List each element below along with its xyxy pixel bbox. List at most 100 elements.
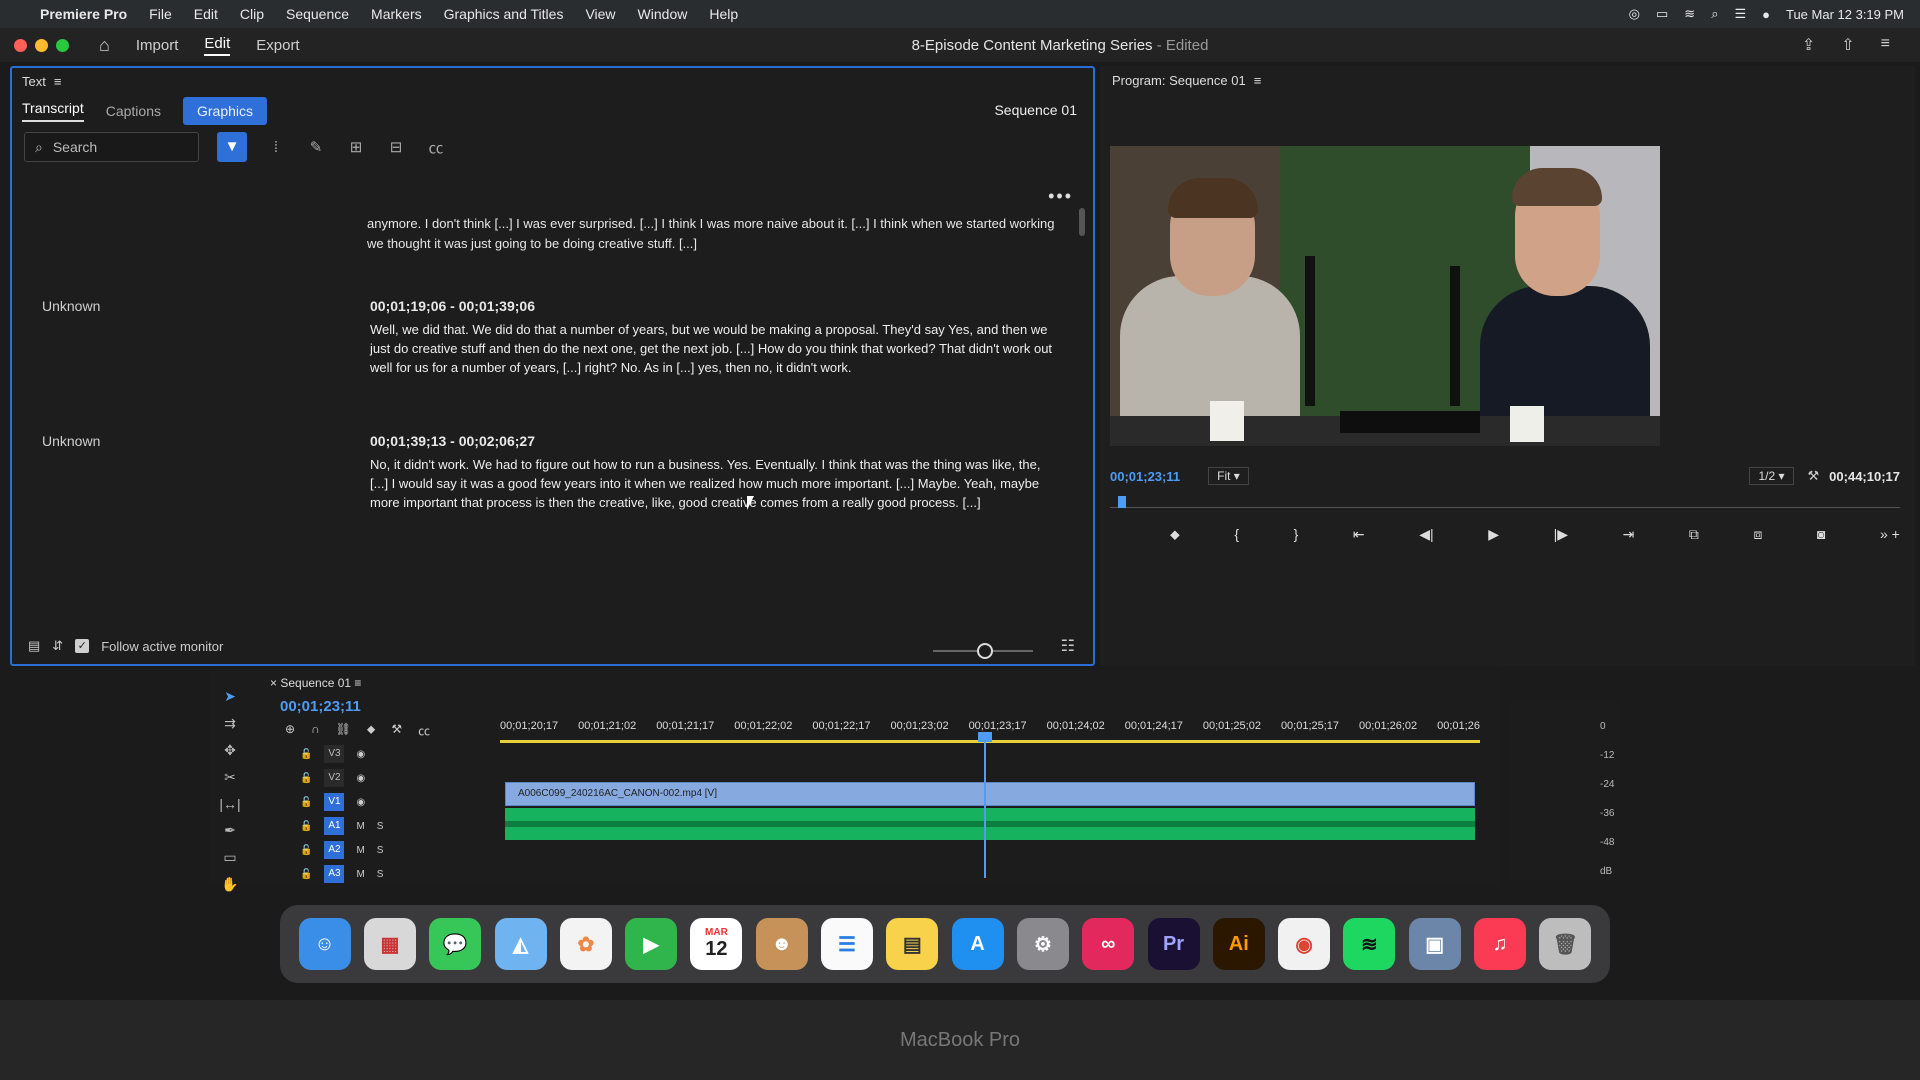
resolution-dropdown[interactable]: 1/2 ▾ xyxy=(1749,467,1794,485)
tab-captions[interactable]: Captions xyxy=(106,103,161,119)
notes-icon[interactable]: ▤ xyxy=(886,918,939,970)
align-icon[interactable]: ⇵ xyxy=(52,638,63,654)
zoom-button[interactable] xyxy=(56,38,69,52)
calendar-icon[interactable]: MAR 12 xyxy=(690,918,743,970)
menu-clip[interactable]: Clip xyxy=(240,6,264,22)
speaker-label[interactable]: Unknown xyxy=(42,433,100,449)
add-marker-icon[interactable]: ⬥ xyxy=(367,722,375,739)
menu-help[interactable]: Help xyxy=(709,6,738,22)
track-v2[interactable]: 🔓 V2 ◉ xyxy=(270,766,470,790)
eye-icon[interactable]: ◉ xyxy=(356,797,365,808)
menu-edit[interactable]: Edit xyxy=(194,6,218,22)
finder-icon[interactable]: ☺ xyxy=(298,918,351,970)
mute-icon[interactable]: M xyxy=(356,869,364,880)
entry-text[interactable]: Well, we did that. We did do that a numb… xyxy=(370,320,1060,377)
battery-icon[interactable]: ▭ xyxy=(1656,6,1668,22)
pen-tool-icon[interactable]: ✒ xyxy=(224,822,236,839)
trash-icon[interactable]: 🗑 xyxy=(1539,918,1592,970)
lock-icon[interactable]: 🔓 xyxy=(300,773,312,784)
system-settings-icon[interactable]: ⚙ xyxy=(1016,918,1069,970)
overwrite-icon[interactable]: ⊟ xyxy=(385,138,407,156)
track-label[interactable]: A3 xyxy=(324,865,345,883)
step-back-icon[interactable]: ◀| xyxy=(1419,526,1433,543)
app-name[interactable]: Premiere Pro xyxy=(40,6,127,22)
photos-icon[interactable]: ✿ xyxy=(559,918,612,970)
settings-wrench-icon[interactable]: ⚒ xyxy=(391,722,402,739)
menu-markers[interactable]: Markers xyxy=(371,6,422,22)
transcript-fragment[interactable]: anymore. I don't think [...] I was ever … xyxy=(367,214,1067,254)
close-button[interactable] xyxy=(14,38,27,52)
slider-knob[interactable] xyxy=(977,643,993,659)
play-icon[interactable]: ▶ xyxy=(1488,526,1499,543)
tab-edit[interactable]: Edit xyxy=(204,35,231,56)
control-center-icon[interactable]: ☰ xyxy=(1734,6,1746,22)
video-frame[interactable] xyxy=(1110,146,1660,446)
fit-dropdown[interactable]: Fit ▾ xyxy=(1208,467,1249,485)
mark-in-icon[interactable]: { xyxy=(1234,526,1239,543)
transcript-scrollbar[interactable] xyxy=(1079,208,1085,236)
quick-export-icon[interactable]: ⇪ xyxy=(1802,35,1815,55)
step-forward-icon[interactable]: |▶ xyxy=(1554,526,1568,543)
text-size-slider[interactable] xyxy=(933,643,1033,659)
eye-icon[interactable]: ◉ xyxy=(356,773,365,784)
filter-icon[interactable]: ▼ xyxy=(217,132,247,162)
speaker-label[interactable]: Unknown xyxy=(42,298,100,314)
monitor-ruler[interactable] xyxy=(1110,496,1900,508)
captions-cc-icon[interactable]: ㏄ xyxy=(425,137,447,158)
menu-graphics[interactable]: Graphics and Titles xyxy=(444,6,564,22)
spotify-icon[interactable]: ≋ xyxy=(1343,918,1396,970)
go-to-out-icon[interactable]: ⇥ xyxy=(1623,526,1635,543)
siri-icon[interactable]: ● xyxy=(1762,7,1770,22)
cc-icon[interactable]: ◎ xyxy=(1629,6,1640,22)
app-store-icon[interactable]: A xyxy=(951,918,1004,970)
video-clip[interactable]: A006C099_240216AC_CANON-002.mp4 [V] xyxy=(505,782,1475,806)
track-label[interactable]: V1 xyxy=(324,793,345,811)
linked-icon[interactable]: ⛓ xyxy=(336,722,351,739)
menu-file[interactable]: File xyxy=(149,6,172,22)
settings-icon[interactable]: ☷ xyxy=(1061,636,1075,656)
follow-checkbox[interactable]: ✓ xyxy=(75,639,90,653)
split-icon[interactable]: ⁞ xyxy=(265,139,287,156)
share-icon[interactable]: ⇧ xyxy=(1841,35,1854,55)
export-transcript-icon[interactable]: ▤ xyxy=(28,638,40,654)
reminders-icon[interactable]: ☰ xyxy=(821,918,874,970)
selection-tool-icon[interactable]: ➤ xyxy=(224,688,236,705)
track-select-icon[interactable]: ⇉ xyxy=(224,715,236,732)
playhead-timecode[interactable]: 00;01;23;11 xyxy=(1110,469,1180,484)
mark-out-icon[interactable]: } xyxy=(1294,526,1299,543)
track-label[interactable]: V2 xyxy=(324,769,345,787)
entry-timecode[interactable]: 00;01;19;06 - 00;01;39;06 xyxy=(370,298,535,314)
chrome-icon[interactable]: ◉ xyxy=(1278,918,1331,970)
entry-timecode[interactable]: 00;01;39;13 - 00;02;06;27 xyxy=(370,433,535,449)
monitor-menu-icon[interactable]: ≡ xyxy=(1254,73,1262,88)
timeline-ruler[interactable]: 00;01;20;17 00;01;21;02 00;01;21;17 00;0… xyxy=(500,720,1480,732)
tab-import[interactable]: Import xyxy=(136,37,179,54)
home-icon[interactable]: ⌂ xyxy=(99,35,110,56)
lock-icon[interactable]: 🔓 xyxy=(300,845,312,856)
solo-icon[interactable]: S xyxy=(377,845,384,856)
track-a2[interactable]: 🔓 A2 M S xyxy=(270,838,470,862)
solo-icon[interactable]: S xyxy=(377,869,384,880)
menu-sequence[interactable]: Sequence xyxy=(286,6,349,22)
search-input[interactable]: ⌕ Search xyxy=(24,132,199,162)
slip-tool-icon[interactable]: |↔| xyxy=(219,796,240,812)
minimize-button[interactable] xyxy=(35,38,48,52)
contacts-icon[interactable]: ☻ xyxy=(755,918,808,970)
more-options-icon[interactable]: ••• xyxy=(1048,186,1073,207)
launchpad-icon[interactable]: ▦ xyxy=(363,918,416,970)
solo-icon[interactable]: S xyxy=(377,821,384,832)
audio-clip[interactable] xyxy=(505,808,1475,840)
mute-icon[interactable]: M xyxy=(356,821,364,832)
marker-icon[interactable]: ⬥ xyxy=(1170,526,1180,543)
nest-icon[interactable]: ⊕ xyxy=(285,722,295,739)
lock-icon[interactable]: 🔓 xyxy=(300,797,312,808)
ripple-edit-icon[interactable]: ✥ xyxy=(224,742,236,759)
preview-icon[interactable]: ▣ xyxy=(1408,918,1461,970)
search-icon[interactable]: ⌕ xyxy=(1711,6,1718,22)
tab-transcript[interactable]: Transcript xyxy=(22,100,84,122)
messages-icon[interactable]: 💬 xyxy=(429,918,482,970)
sequence-tab[interactable]: × Sequence 01 ≡ xyxy=(270,676,361,690)
track-label[interactable]: A2 xyxy=(324,841,345,859)
captions-icon[interactable]: ㏄ xyxy=(418,722,430,739)
monitor-playhead[interactable] xyxy=(1118,496,1126,508)
